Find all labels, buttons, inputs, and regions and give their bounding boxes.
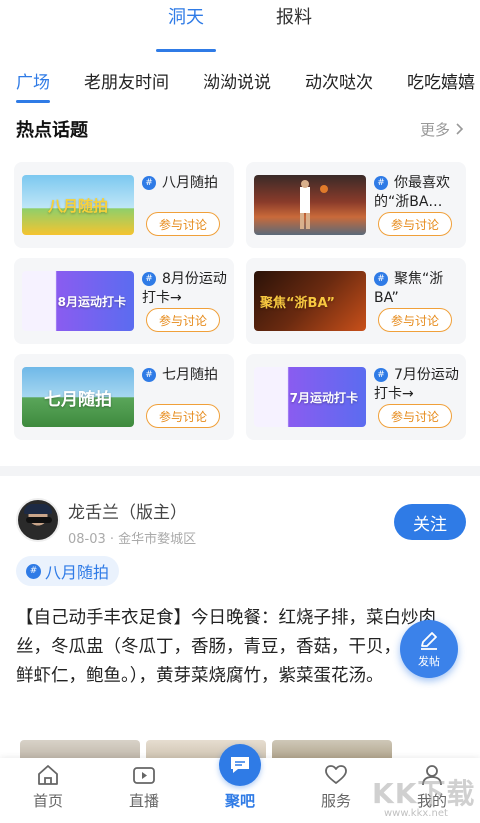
hash-icon: # <box>374 176 388 190</box>
topic-name: # 你最喜欢的“浙BA… <box>374 175 450 210</box>
follow-button[interactable]: 关注 <box>394 504 466 540</box>
topic-thumbnail <box>254 175 366 235</box>
hash-icon: # <box>26 563 41 579</box>
category-item-music[interactable]: 动次哒次 <box>305 68 373 93</box>
hash-icon: # <box>142 176 156 190</box>
topic-card[interactable]: 七月随拍 # 七月随拍 参与讨论 <box>14 354 234 440</box>
post-meta: 08-03 · 金华市婺城区 <box>68 532 197 547</box>
topic-card[interactable]: # 你最喜欢的“浙BA… 参与讨论 <box>246 162 466 248</box>
watermark-logo: KK下载 <box>372 777 476 810</box>
category-item-chat[interactable]: 泑泑说说 <box>203 68 271 93</box>
nav-juba-label: 聚吧 <box>224 792 255 810</box>
post-tag-label: 八月随拍 <box>45 563 110 582</box>
more-label: 更多 <box>419 120 450 139</box>
chevron-right-icon <box>456 123 464 135</box>
section-divider <box>0 466 480 476</box>
topic-name: # 八月随拍 <box>142 174 230 193</box>
hash-icon: # <box>142 368 156 382</box>
hash-icon: # <box>142 272 156 286</box>
thumbnail-text: 八月随拍 <box>47 196 108 215</box>
new-post-label: 发帖 <box>418 655 440 668</box>
author-name[interactable]: 龙舌兰（版主） <box>68 498 187 523</box>
avatar[interactable] <box>16 498 60 542</box>
join-discussion-button[interactable]: 参与讨论 <box>146 404 220 428</box>
tab-baoliao[interactable]: 报料 <box>266 0 322 46</box>
more-link[interactable]: 更多 <box>420 119 464 140</box>
nav-live-label: 直播 <box>128 792 159 810</box>
top-tab-bar: 洞天 报料 <box>0 0 480 52</box>
nav-service[interactable]: 服务 <box>288 758 384 823</box>
chat-bubble-icon <box>219 744 261 786</box>
nav-live[interactable]: 直播 <box>96 758 192 823</box>
tab-dongtian[interactable]: 洞天 <box>156 0 216 52</box>
thumbnail-text: 七月随拍 <box>44 389 112 410</box>
topic-card[interactable]: 8月运动打卡 #8月份运动打卡→ 参与讨论 <box>14 258 234 344</box>
basketball-game-image <box>300 180 328 229</box>
nav-service-label: 服务 <box>320 792 351 810</box>
hot-topics-grid: 八月随拍 # 八月随拍 参与讨论 # 你最喜欢的“浙BA… 参与讨论 8月运动打卡 … <box>14 162 466 440</box>
topic-thumbnail: 八月随拍 <box>22 175 134 235</box>
hash-icon: # <box>374 368 388 382</box>
post-topic-tag[interactable]: # 八月随拍 <box>16 556 120 586</box>
edit-icon <box>421 632 437 650</box>
category-nav: 广场 老朋友时间 泑泑说说 动次哒次 吃吃嬉嬉 <box>0 56 480 104</box>
nav-home-label: 首页 <box>32 792 63 810</box>
topic-thumbnail: 聚焦“浙BA” <box>254 271 366 331</box>
join-discussion-button[interactable]: 参与讨论 <box>378 308 452 332</box>
post-header: 龙舌兰（版主） 08-03 · 金华市婺城区 关注 <box>16 494 466 550</box>
thumbnail-text: 聚焦“浙BA” <box>260 295 335 311</box>
topic-thumbnail: 8月运动打卡 <box>22 271 134 331</box>
topic-thumbnail: 7月运动打卡 <box>254 367 366 427</box>
topic-thumbnail: 七月随拍 <box>22 367 134 427</box>
topic-name: #7月份运动打卡→ <box>374 367 459 402</box>
topic-name: # 聚焦“浙BA” <box>374 271 444 306</box>
nav-juba[interactable]: 聚吧 <box>192 744 288 823</box>
post-content: 【自己动手丰衣足食】今日晚餐：红烧子排，菜白炒肉丝，冬瓜盅（冬瓜丁，香肠，青豆，… <box>16 608 454 686</box>
join-discussion-button[interactable]: 参与讨论 <box>378 404 452 428</box>
nav-home[interactable]: 首页 <box>0 758 96 823</box>
hash-icon: # <box>374 272 388 286</box>
topic-name: # 七月随拍 <box>142 366 230 385</box>
join-discussion-button[interactable]: 参与讨论 <box>378 212 452 236</box>
topic-name: #8月份运动打卡→ <box>142 271 227 306</box>
thumbnail-text: 7月运动打卡 <box>289 390 358 405</box>
join-discussion-button[interactable]: 参与讨论 <box>146 308 220 332</box>
hot-topics-header: 热点话题 更多 <box>16 114 464 144</box>
home-icon <box>38 765 58 785</box>
category-item-food[interactable]: 吃吃嬉嬉 <box>407 68 475 93</box>
topic-card[interactable]: 八月随拍 # 八月随拍 参与讨论 <box>14 162 234 248</box>
thumbnail-text: 8月运动打卡 <box>57 294 126 309</box>
video-icon <box>133 767 155 784</box>
new-post-button[interactable]: 发帖 <box>400 620 458 678</box>
category-item-old-friends[interactable]: 老朋友时间 <box>84 68 169 93</box>
watermark-url: www.kkx.net <box>384 808 448 819</box>
heart-icon <box>325 765 347 784</box>
category-item-guangchang[interactable]: 广场 <box>16 68 50 103</box>
topic-card[interactable]: 聚焦“浙BA” # 聚焦“浙BA” 参与讨论 <box>246 258 466 344</box>
hot-topics-title: 热点话题 <box>16 120 88 141</box>
join-discussion-button[interactable]: 参与讨论 <box>146 212 220 236</box>
topic-card[interactable]: 7月运动打卡 #7月份运动打卡→ 参与讨论 <box>246 354 466 440</box>
